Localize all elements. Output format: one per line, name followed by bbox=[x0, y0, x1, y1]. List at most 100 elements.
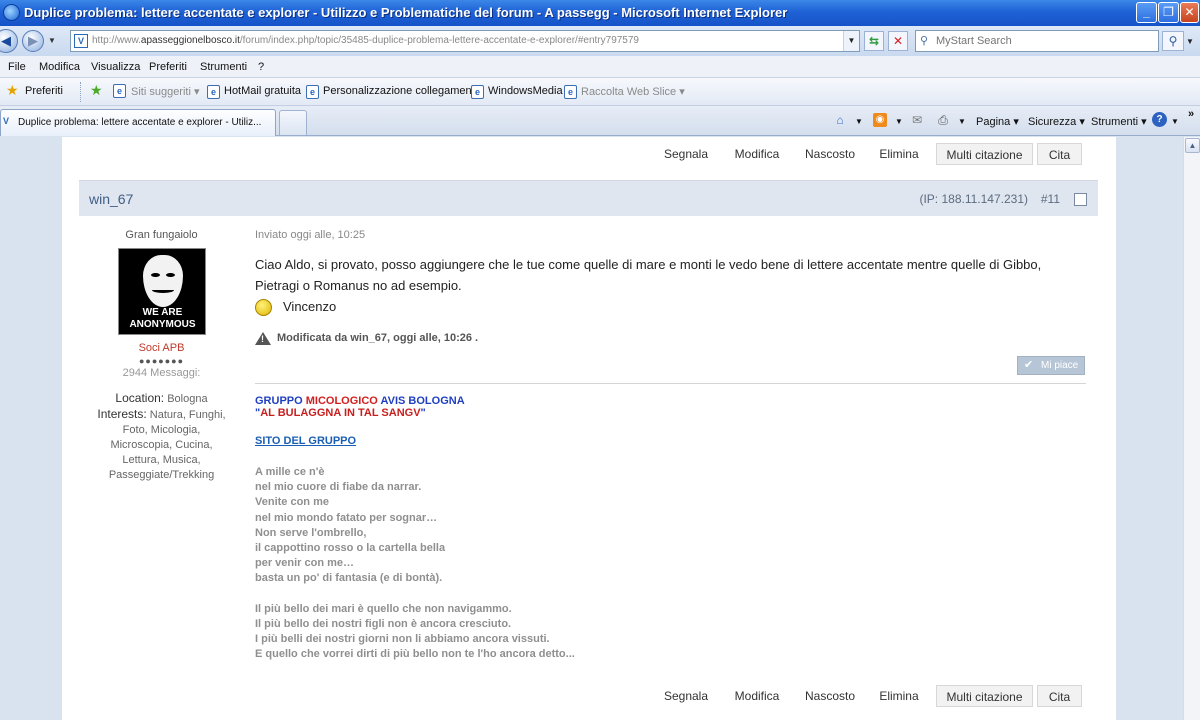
print-dropdown-icon[interactable]: ▼ bbox=[958, 117, 966, 126]
favorites-bar: ★ Preferiti ★ e Siti suggeriti ▾ e HotMa… bbox=[0, 78, 1200, 106]
interests-value: Natura, Funghi, bbox=[149, 409, 226, 421]
author-profile-fields: Location: Bologna Interests: Natura, Fun… bbox=[79, 391, 244, 483]
multi-citazione-button[interactable]: Multi citazione bbox=[936, 143, 1033, 165]
favorites-separator bbox=[80, 82, 81, 102]
signature-title: GRUPPO MICOLOGICO AVIS BOLOGNA bbox=[255, 395, 465, 407]
fav-hotmail[interactable]: HotMail gratuita bbox=[224, 85, 301, 97]
address-url: http://www.apasseggionelbosco.it/forum/i… bbox=[92, 35, 639, 46]
post-select-checkbox[interactable] bbox=[1074, 193, 1087, 206]
favorites-button[interactable]: Preferiti bbox=[25, 85, 63, 97]
ie-page-icon: e bbox=[306, 85, 319, 99]
stop-icon[interactable]: ✕ bbox=[888, 31, 908, 51]
address-input[interactable]: V http://www.apasseggionelbosco.it/forum… bbox=[70, 30, 860, 52]
post-number-link[interactable]: #11 bbox=[1041, 192, 1060, 206]
fav-siti-suggeriti[interactable]: Siti suggeriti ▾ bbox=[131, 85, 200, 98]
multi-citazione-button[interactable]: Multi citazione bbox=[936, 685, 1033, 707]
cita-button[interactable]: Cita bbox=[1037, 685, 1082, 707]
segnala-button[interactable]: Segnala bbox=[656, 143, 716, 165]
menu-modifica[interactable]: Modifica bbox=[39, 61, 80, 73]
page-viewport: Segnala Modifica Nascosto Elimina Multi … bbox=[0, 137, 1183, 720]
edit-notice-text: Modificata da win_67, oggi alle, 10:26 . bbox=[277, 332, 479, 344]
post-text-line: Pietragi o Romanus no ad esempio. bbox=[255, 278, 462, 293]
interests-value: Lettura, Musica, bbox=[122, 454, 201, 466]
post-text-line: Ciao Aldo, si provato, posso aggiungere … bbox=[255, 257, 1042, 272]
window-title: Duplice problema: lettere accentate e ex… bbox=[24, 5, 788, 20]
search-icon[interactable]: ⚲ bbox=[1162, 31, 1184, 51]
menu-strumenti[interactable]: Strumenti bbox=[200, 61, 247, 73]
anonymous-mask-icon bbox=[142, 255, 183, 307]
post-author-link[interactable]: win_67 bbox=[89, 191, 133, 207]
tab-bar: V Duplice problema: lettere accentate e … bbox=[0, 106, 1200, 136]
author-info: Gran fungaiolo WE ARE ANONYMOUS Soci APB… bbox=[79, 229, 244, 483]
search-box[interactable]: ⚲ bbox=[915, 30, 1159, 52]
home-icon[interactable]: ⌂ bbox=[832, 112, 848, 128]
search-input[interactable] bbox=[936, 33, 1151, 49]
post-text: Ciao Aldo, si provato, posso aggiungere … bbox=[255, 254, 1085, 296]
fav-personalizzazione[interactable]: Personalizzazione collegamenti bbox=[323, 85, 477, 97]
add-favorite-icon[interactable]: ★ bbox=[90, 82, 103, 99]
segnala-button[interactable]: Segnala bbox=[656, 685, 716, 707]
help-dropdown-icon[interactable]: ▼ bbox=[1171, 117, 1179, 126]
avatar-text-1: WE ARE bbox=[142, 307, 183, 318]
feed-dropdown-icon[interactable]: ▼ bbox=[895, 117, 903, 126]
home-dropdown-icon[interactable]: ▼ bbox=[855, 117, 863, 126]
elimina-button[interactable]: Elimina bbox=[870, 685, 928, 707]
ie-page-icon: e bbox=[207, 85, 220, 99]
vertical-scrollbar[interactable]: ▲ bbox=[1183, 137, 1200, 720]
interests-value: Passeggiate/Trekking bbox=[108, 469, 215, 481]
menu-preferiti[interactable]: Preferiti bbox=[149, 61, 187, 73]
nascosto-button[interactable]: Nascosto bbox=[798, 685, 862, 707]
avatar-text-2: ANONYMOUS bbox=[129, 319, 196, 330]
new-tab-button[interactable] bbox=[279, 110, 307, 135]
menu-help[interactable]: ? bbox=[258, 61, 264, 73]
rank-pips: ●●●●●●● bbox=[138, 356, 185, 366]
search-options-icon[interactable]: ▼ bbox=[1186, 37, 1194, 46]
minimize-button[interactable]: _ bbox=[1136, 2, 1157, 23]
author-group: Soci APB bbox=[138, 342, 185, 354]
address-dropdown-icon[interactable]: ▼ bbox=[843, 31, 859, 51]
fav-windowsmedia[interactable]: WindowsMedia bbox=[488, 85, 563, 97]
mail-icon[interactable]: ✉ bbox=[909, 112, 925, 128]
like-button[interactable]: ✔ Mi piace bbox=[1017, 356, 1085, 375]
post-signoff: Vincenzo bbox=[255, 298, 1085, 318]
tab-title: Duplice problema: lettere accentate e ex… bbox=[18, 117, 262, 128]
maximize-button[interactable]: ❐ bbox=[1158, 2, 1179, 23]
fav-web-slice[interactable]: Raccolta Web Slice ▾ bbox=[581, 85, 685, 98]
scroll-up-icon[interactable]: ▲ bbox=[1185, 138, 1200, 153]
pagina-menu[interactable]: Pagina ▾ bbox=[976, 115, 1019, 128]
cita-button[interactable]: Cita bbox=[1037, 143, 1082, 165]
sito-del-gruppo-link[interactable]: SITO DEL GRUPPO bbox=[255, 435, 1075, 447]
tab-current[interactable]: V Duplice problema: lettere accentate e … bbox=[0, 109, 276, 136]
location-label: Location: bbox=[115, 391, 165, 405]
interests-label: Interests: bbox=[97, 407, 147, 421]
rss-feed-icon[interactable]: ◉ bbox=[873, 113, 887, 127]
menu-visualizza[interactable]: Visualizza bbox=[91, 61, 140, 73]
like-label: Mi piace bbox=[1041, 360, 1079, 371]
refresh-icon[interactable]: ⇆ bbox=[864, 31, 884, 51]
avatar[interactable]: WE ARE ANONYMOUS bbox=[117, 248, 206, 335]
elimina-button[interactable]: Elimina bbox=[870, 143, 928, 165]
signature-motto: "AL BULAGGNA IN TAL SANGV" bbox=[255, 407, 426, 419]
close-window-button[interactable]: ✕ bbox=[1180, 2, 1199, 23]
sicurezza-menu[interactable]: Sicurezza ▾ bbox=[1028, 115, 1085, 128]
strumenti-menu[interactable]: Strumenti ▾ bbox=[1091, 115, 1147, 128]
address-bar-row: ◀ ▶ ▼ V http://www.apasseggionelbosco.it… bbox=[0, 26, 1200, 56]
help-icon[interactable]: ? bbox=[1152, 112, 1167, 127]
back-button[interactable]: ◀ bbox=[0, 29, 18, 53]
modifica-button[interactable]: Modifica bbox=[726, 685, 788, 707]
menu-file[interactable]: File bbox=[8, 61, 26, 73]
ie-page-icon: e bbox=[113, 84, 126, 98]
smiley-icon bbox=[255, 299, 272, 316]
message-count: 2944 Messaggi: bbox=[122, 367, 201, 379]
ie-page-icon: e bbox=[564, 85, 577, 99]
menu-bar: File Modifica Visualizza Preferiti Strum… bbox=[0, 56, 1200, 78]
modifica-button[interactable]: Modifica bbox=[726, 143, 788, 165]
history-dropdown-icon[interactable]: ▼ bbox=[48, 36, 56, 45]
location-value: Bologna bbox=[167, 393, 208, 405]
forum-content: Segnala Modifica Nascosto Elimina Multi … bbox=[62, 137, 1116, 720]
nascosto-button[interactable]: Nascosto bbox=[798, 143, 862, 165]
forward-button[interactable]: ▶ bbox=[22, 30, 44, 52]
print-icon[interactable]: ⎙ bbox=[935, 112, 951, 128]
toolbar-overflow-icon[interactable]: » bbox=[1188, 108, 1194, 120]
search-provider-icon: ⚲ bbox=[920, 35, 929, 47]
